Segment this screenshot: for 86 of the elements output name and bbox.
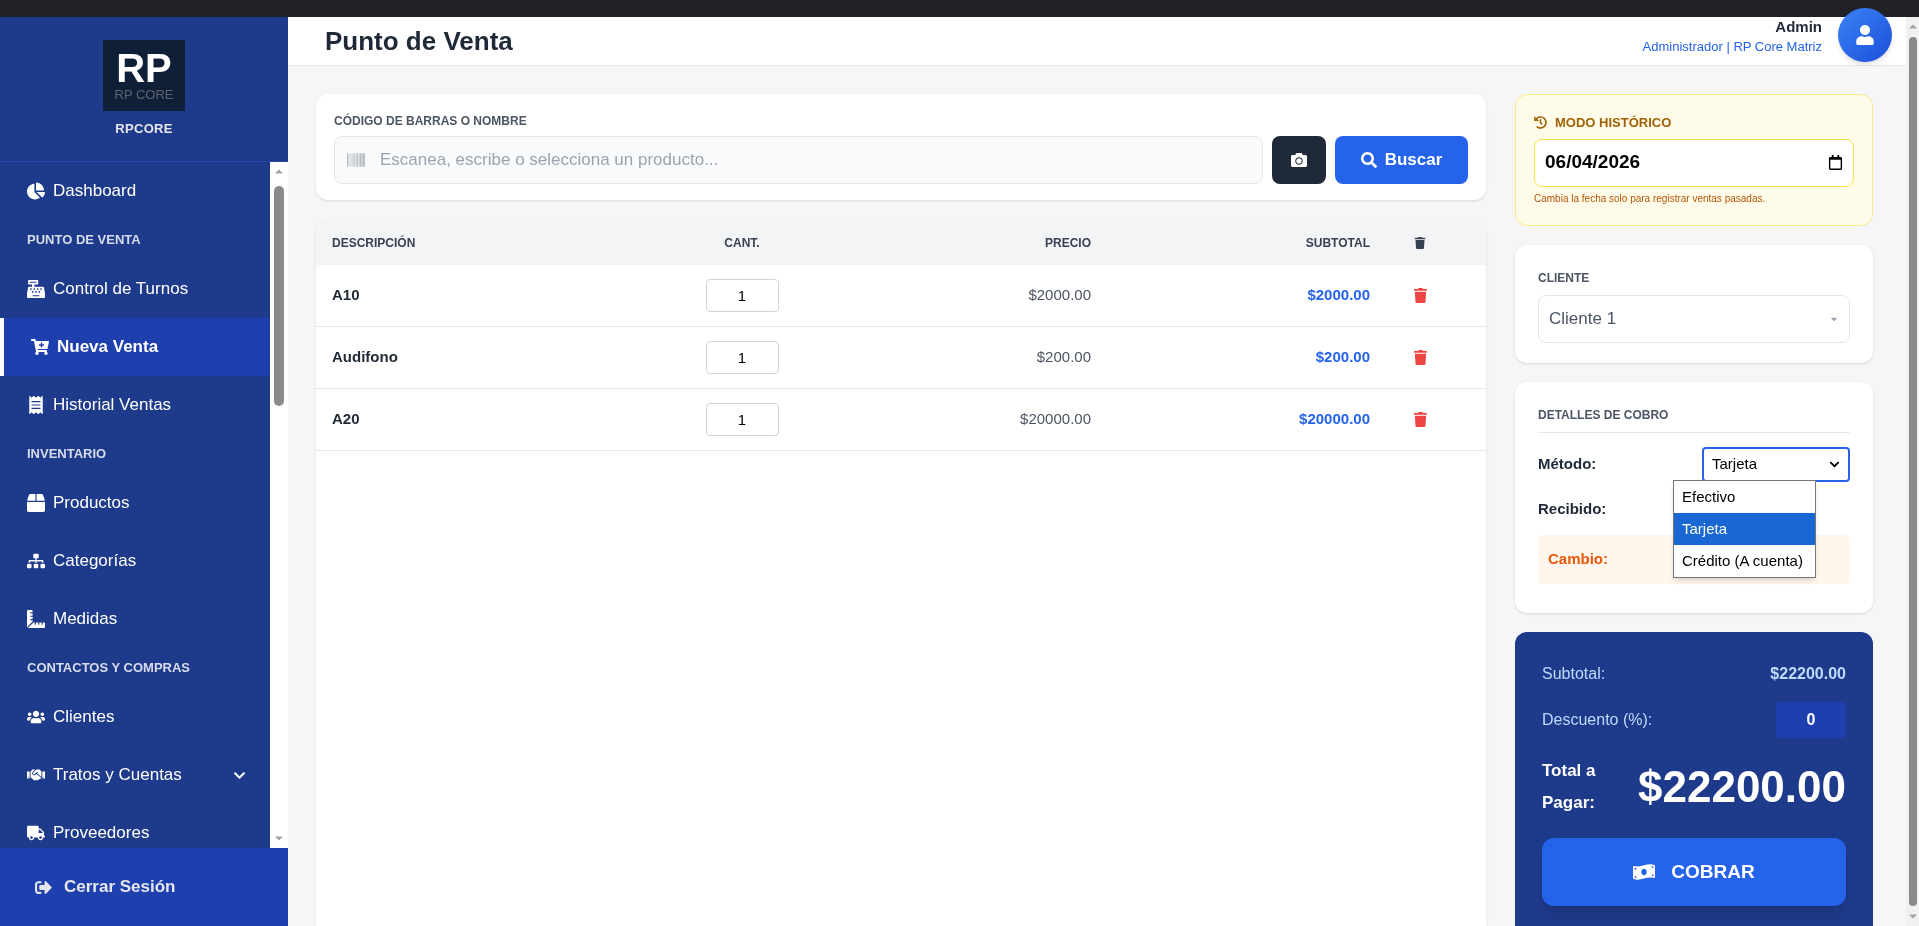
- price-cell-text: $2000.00: [1028, 285, 1091, 306]
- trash-icon: [1412, 350, 1428, 365]
- method-option[interactable]: Efectivo: [1674, 481, 1815, 513]
- trash-icon: [1412, 288, 1428, 303]
- logout-button[interactable]: Cerrar Sesión: [0, 848, 288, 926]
- camera-button[interactable]: [1272, 136, 1326, 184]
- user-role: Administrador | RP Core Matriz: [1642, 38, 1822, 56]
- delete-button[interactable]: [1412, 350, 1428, 365]
- quantity-field[interactable]: 1: [705, 279, 779, 312]
- user-name: Admin: [1775, 17, 1822, 37]
- total-value: $22200.00: [1638, 761, 1846, 813]
- barcode-icon: [347, 151, 365, 169]
- sidebar-item[interactable]: Control de Turnos: [0, 260, 270, 318]
- section-heading: CONTACTOS Y COMPRAS: [26, 659, 191, 678]
- historic-hint: Cambia la fecha solo para registrar ventas pasadas.: [1534, 191, 1767, 206]
- sidebar-item[interactable]: Medidas: [0, 590, 270, 648]
- price-cell-text: $20000.00: [1020, 409, 1091, 430]
- users-icon: [27, 708, 45, 726]
- quantity-field[interactable]: 1: [705, 341, 779, 374]
- subtotal-cell-text: $200.00: [1315, 347, 1370, 368]
- sitemap-icon: [27, 552, 45, 570]
- method-option[interactable]: Tarjeta: [1674, 513, 1815, 545]
- historic-title: MODO HISTÓRICO: [1555, 114, 1672, 132]
- quantity-field[interactable]: 1: [705, 403, 779, 436]
- date-field[interactable]: 06/04/2026: [1534, 138, 1854, 187]
- column-header: SUBTOTAL: [1305, 234, 1370, 252]
- camera-icon: [1291, 152, 1307, 168]
- client-label: CLIENTE: [1538, 270, 1591, 287]
- product-name: A20: [332, 409, 361, 430]
- chevron-down-icon: [1829, 459, 1840, 470]
- payment-title: DETALLES DE COBRO: [1538, 406, 1850, 433]
- calendar-icon[interactable]: [1828, 155, 1843, 170]
- sidebar-item[interactable]: Productos: [0, 474, 270, 532]
- history-icon: [1534, 116, 1547, 130]
- sidebar-item[interactable]: Tratos y Cuentas: [0, 746, 270, 804]
- change-label: Cambio:: [1548, 549, 1608, 570]
- discount-label: Descuento (%):: [1542, 710, 1653, 730]
- product-name: A10: [332, 285, 361, 306]
- subtotal-value: $22200.00: [1770, 664, 1846, 684]
- scrollbar-thumb[interactable]: [1908, 37, 1917, 906]
- search-label: CÓDIGO DE BARRAS O NOMBRE: [334, 112, 528, 130]
- price-cell-text: $200.00: [1036, 347, 1091, 368]
- receipt-icon: [27, 396, 45, 414]
- section-heading: INVENTARIO: [26, 445, 108, 464]
- box-icon: [27, 494, 45, 512]
- client-select[interactable]: Cliente 1: [1538, 295, 1850, 343]
- subtotal-label: Subtotal:: [1542, 664, 1606, 684]
- logout-icon: [35, 878, 52, 896]
- subtotal-cell-text: $20000.00: [1299, 409, 1370, 430]
- method-option[interactable]: Crédito (A cuenta): [1674, 545, 1815, 577]
- trash-icon: [1412, 412, 1428, 427]
- sidebar-item[interactable]: Categorías: [0, 532, 270, 590]
- column-header: PRECIO: [1045, 234, 1091, 252]
- sidebar-item[interactable]: Historial Ventas: [0, 376, 270, 434]
- column-header: CANT.: [724, 234, 760, 252]
- money-icon: [1633, 861, 1656, 883]
- truck-icon: [27, 824, 45, 842]
- search-button[interactable]: Buscar: [1335, 136, 1468, 184]
- discount-field[interactable]: 0: [1776, 702, 1846, 738]
- column-header: DESCRIPCIÓN: [332, 234, 417, 252]
- subtotal-cell-text: $2000.00: [1307, 285, 1370, 306]
- cash-register-icon: [27, 280, 45, 298]
- page-title: Punto de Venta: [325, 24, 514, 58]
- pie-chart-icon: [27, 182, 45, 200]
- user-icon: [1855, 25, 1875, 45]
- total-label: Total a Pagar:: [1542, 760, 1597, 814]
- charge-button[interactable]: COBRAR: [1542, 838, 1846, 906]
- sidebar-item[interactable]: Nueva Venta: [0, 318, 270, 376]
- search-icon: [1360, 152, 1377, 168]
- product-name: Audifono: [332, 347, 399, 368]
- sidebar-item[interactable]: Dashboard: [0, 162, 270, 220]
- ruler-icon: [27, 610, 45, 628]
- avatar[interactable]: [1838, 8, 1892, 62]
- brand-name: RPCORE: [115, 119, 173, 138]
- sidebar-item[interactable]: Proveedores: [0, 804, 270, 848]
- delete-button[interactable]: [1412, 288, 1428, 303]
- section-heading: PUNTO DE VENTA: [26, 231, 142, 250]
- search-field[interactable]: Escanea, escribe o selecciona un producto...: [334, 136, 1263, 184]
- delete-button[interactable]: [1412, 412, 1428, 427]
- logo: RP RP CORE: [103, 39, 185, 111]
- scrollbar-thumb[interactable]: [274, 186, 284, 406]
- trash-icon: [1414, 236, 1426, 249]
- sidebar-item[interactable]: Clientes: [0, 688, 270, 746]
- cart-icon: [31, 338, 49, 356]
- received-label: Recibido:: [1538, 498, 1607, 519]
- method-label: Método:: [1538, 454, 1597, 475]
